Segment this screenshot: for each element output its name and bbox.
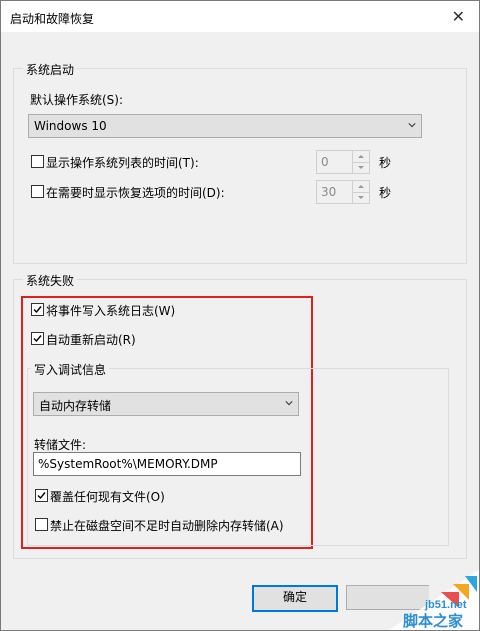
dump-type-dropdown[interactable]: 自动内存转储	[33, 392, 299, 416]
checkmark-icon	[33, 335, 42, 343]
overwrite-checkbox[interactable]	[35, 489, 48, 502]
show-os-list-label: 显示操作系统列表的时间(T):	[46, 156, 199, 170]
dialog-window: 启动和故障恢复 ✕ 系统启动 默认操作系统(S): Windows 10 显示操…	[0, 0, 480, 631]
dump-type-value: 自动内存转储	[39, 399, 112, 413]
dump-file-label: 转储文件:	[34, 438, 87, 452]
system-startup-legend: 系统启动	[23, 61, 78, 78]
disable-auto-delete-label: 禁止在磁盘空间不足时自动删除内存转储(A)	[50, 519, 284, 533]
system-failure-legend: 系统失败	[23, 272, 78, 289]
watermark-brand-text: 脚本之家	[403, 612, 463, 630]
auto-restart-label: 自动重新启动(R)	[46, 333, 136, 347]
default-os-dropdown[interactable]: Windows 10	[28, 114, 422, 138]
site-watermark: jb51.net 脚本之家	[389, 570, 479, 630]
show-recovery-value: 30	[321, 185, 337, 199]
write-event-label: 将事件写入系统日志(W)	[46, 304, 176, 318]
checkmark-icon	[37, 492, 46, 500]
show-os-list-stepper[interactable]: 0	[316, 150, 370, 174]
show-recovery-label: 在需要时显示恢复选项的时间(D):	[46, 186, 225, 200]
overwrite-label: 覆盖任何现有文件(O)	[50, 490, 165, 504]
watermark-site-text: jb51.net	[424, 599, 467, 611]
dump-file-field[interactable]	[33, 452, 301, 476]
spin-down-icon[interactable]	[353, 162, 369, 173]
chevron-down-icon	[285, 401, 293, 406]
seconds-unit-2: 秒	[379, 186, 392, 200]
show-os-list-value: 0	[321, 155, 329, 169]
seconds-unit-1: 秒	[379, 156, 392, 170]
auto-restart-checkbox[interactable]	[31, 332, 44, 345]
default-os-value: Windows 10	[34, 119, 107, 133]
write-event-checkbox[interactable]	[31, 303, 44, 316]
window-title: 启动和故障恢复	[10, 12, 95, 26]
chevron-down-icon	[408, 123, 416, 128]
show-os-list-checkbox[interactable]	[31, 155, 44, 168]
checkmark-icon	[33, 306, 42, 314]
ok-button[interactable]: 确定	[252, 585, 338, 612]
default-os-label: 默认操作系统(S):	[30, 93, 124, 107]
show-recovery-checkbox[interactable]	[31, 185, 44, 198]
disable-auto-delete-checkbox[interactable]	[35, 518, 48, 531]
show-recovery-stepper[interactable]: 30	[316, 180, 370, 204]
close-icon[interactable]: ✕	[452, 7, 465, 26]
spin-down-icon[interactable]	[353, 192, 369, 203]
dump-file-input[interactable]	[34, 453, 300, 475]
title-bar: 启动和故障恢复 ✕	[1, 1, 479, 32]
debug-info-legend: 写入调试信息	[31, 361, 110, 378]
